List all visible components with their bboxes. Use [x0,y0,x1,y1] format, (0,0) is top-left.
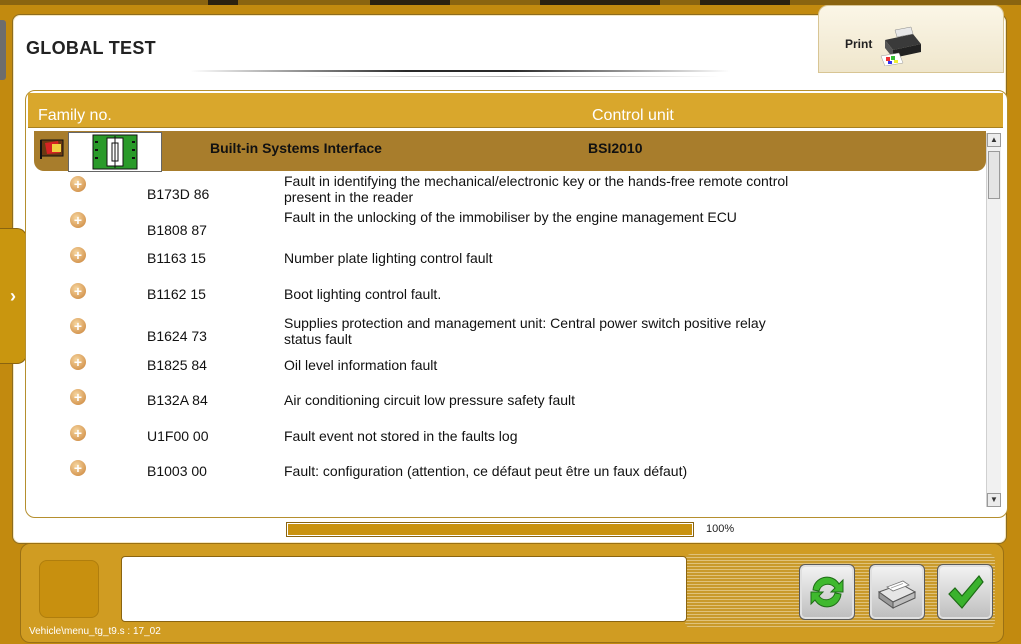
expand-plus-icon[interactable]: + [70,211,86,228]
fault-description: Fault: configuration (attention, ce défa… [284,463,688,479]
refresh-icon [810,576,844,608]
fault-code: B1162 15 [147,285,206,302]
vehicle-flag-icon [40,139,64,159]
expand-plus-icon[interactable]: + [70,318,86,334]
fault-rows: + B173D 86 Fault in identifying the mech… [26,171,986,491]
progress-bar [286,522,694,537]
table-row: + B1163 15 Number plate lighting control… [26,242,986,278]
table-row: + B1825 84 Oil level information fault [26,349,986,385]
control-unit-image [68,132,162,172]
header-family-no: Family no. [38,107,112,124]
scroll-down-button[interactable]: ▼ [987,493,1001,507]
table-row: + B1808 87 Fault in the unlocking of the… [26,207,986,243]
fault-description: Boot lighting control fault. [284,285,442,302]
checkmark-icon [948,575,984,609]
fault-description: Supplies protection and management unit:… [284,315,766,347]
fault-table: Family no. Control unit Built-in Systems… [25,90,1008,518]
progress-label: 100% [706,523,735,535]
expand-plus-icon[interactable]: + [70,460,86,476]
expand-plus-icon[interactable]: + [70,353,86,370]
expand-side-panel-tab[interactable]: › [0,228,27,364]
title-underline-secondary [300,76,720,77]
fault-description: Air conditioning circuit low pressure sa… [284,392,576,408]
expand-plus-icon[interactable]: + [70,176,86,192]
vertical-scrollbar[interactable]: ▲ ▼ [986,133,1001,507]
fault-code: B1624 73 [147,328,207,344]
fault-description: Fault event not stored in the faults log [284,427,518,444]
bottom-toolbar: Vehicle\menu_tg_t9.s : 17_02 [20,543,1004,643]
fault-code: B1163 15 [147,250,206,266]
header-control-unit: Control unit [592,107,674,124]
fault-code: B173D 86 [147,186,210,202]
validate-button[interactable] [937,564,993,620]
table-row: + B1624 73 Supplies protection and manag… [26,313,986,349]
table-header: Family no. Control unit [28,93,1003,128]
scroll-up-button[interactable]: ▲ [987,133,1001,147]
fault-description: Oil level information fault [284,356,438,373]
chevron-right-icon: › [10,285,16,306]
expand-plus-icon[interactable]: + [70,282,86,299]
printer-icon [880,26,921,66]
fault-description: Fault in identifying the mechanical/elec… [284,173,789,205]
print-label: Print [845,37,873,51]
fault-code: B1003 00 [147,463,207,479]
left-edge [0,20,6,80]
table-row: + B132A 84 Air conditioning circuit low … [26,384,986,420]
expand-plus-icon[interactable]: + [70,424,86,441]
refresh-button[interactable] [799,564,855,620]
fault-code: B132A 84 [147,392,208,408]
status-square-button[interactable] [39,560,99,618]
table-row: + B173D 86 Fault in identifying the mech… [26,171,986,207]
table-row: + U1F00 00 Fault event not stored in the… [26,420,986,456]
fault-code: B1808 87 [147,221,207,238]
page-title: GLOBAL TEST [26,38,156,58]
expand-plus-icon[interactable]: + [70,247,86,263]
title-underline [190,70,730,72]
group-control-unit-code: BSI2010 [588,140,643,156]
fault-code: U1F00 00 [147,427,209,444]
scroll-thumb[interactable] [988,151,1000,199]
expand-plus-icon[interactable]: + [70,389,86,405]
progress-fill [288,524,692,535]
table-row: + B1162 15 Boot lighting control fault. [26,278,986,314]
footer-path-text: Vehicle\menu_tg_t9.s : 17_02 [29,626,161,637]
group-row[interactable]: Built-in Systems Interface BSI2010 [34,131,986,172]
print-report-button[interactable] [869,564,925,620]
printer-report-icon [877,580,917,609]
fault-description: Number plate lighting control fault [284,250,493,266]
message-area [121,556,687,622]
table-row: + B1003 00 Fault: configuration (attenti… [26,455,986,491]
group-name: Built-in Systems Interface [210,140,382,156]
print-button[interactable]: Print [818,5,1004,73]
fault-code: B1825 84 [147,356,207,373]
fault-description: Fault in the unlocking of the immobilise… [284,208,737,225]
